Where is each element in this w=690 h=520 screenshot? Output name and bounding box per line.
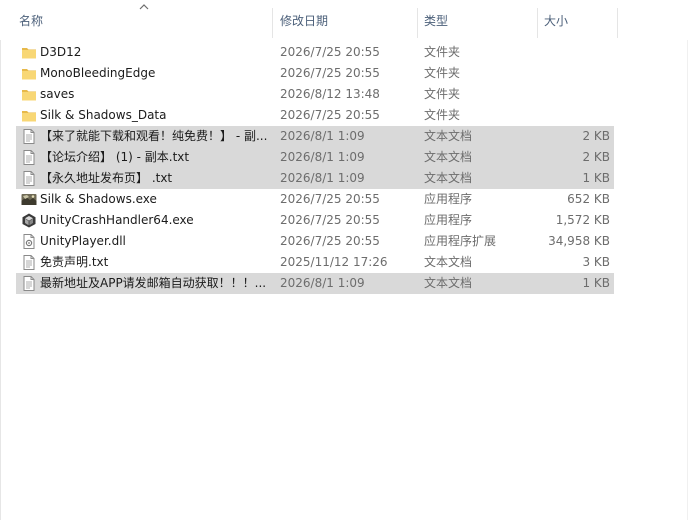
sort-ascending-icon bbox=[139, 4, 149, 10]
file-modified-date: 2025/11/12 17:26 bbox=[280, 255, 388, 269]
file-size: 1 KB bbox=[582, 276, 610, 290]
file-type: 文件夹 bbox=[424, 87, 461, 101]
text-file-icon bbox=[21, 150, 37, 165]
column-header-type-label: 类型 bbox=[424, 14, 449, 28]
file-modified-date: 2026/8/1 1:09 bbox=[280, 171, 365, 185]
text-file-icon bbox=[21, 255, 37, 270]
file-name: 【论坛介绍】 (1) - 副本.txt bbox=[40, 150, 190, 164]
file-size: 34,958 KB bbox=[548, 234, 610, 248]
folder-icon bbox=[21, 108, 37, 123]
column-header-row: 名称 修改日期 类型 大小 bbox=[0, 0, 690, 40]
file-modified-date: 2026/8/1 1:09 bbox=[280, 276, 365, 290]
file-type: 文本文档 bbox=[424, 255, 473, 269]
file-size: 2 KB bbox=[582, 150, 610, 164]
unity-icon bbox=[21, 213, 37, 228]
file-row[interactable]: D3D12 2026/7/25 20:55 文件夹 bbox=[16, 42, 614, 63]
file-name: UnityCrashHandler64.exe bbox=[40, 213, 194, 227]
file-modified-date: 2026/7/25 20:55 bbox=[280, 66, 380, 80]
column-header-size-label: 大小 bbox=[544, 14, 569, 28]
file-type: 文件夹 bbox=[424, 66, 461, 80]
file-name: UnityPlayer.dll bbox=[40, 234, 126, 248]
file-name: 最新地址及APP请发邮箱自动获取！！！... bbox=[40, 276, 267, 290]
text-file-icon bbox=[21, 171, 37, 186]
file-modified-date: 2026/8/1 1:09 bbox=[280, 129, 365, 143]
file-size: 1 KB bbox=[582, 171, 610, 185]
file-list: D3D12 2026/7/25 20:55 文件夹 MonoBleedingEdge 2… bbox=[16, 42, 614, 294]
file-name: D3D12 bbox=[40, 45, 82, 59]
game-exe-icon bbox=[21, 192, 37, 207]
file-type: 文本文档 bbox=[424, 150, 473, 164]
file-type: 文本文档 bbox=[424, 171, 473, 185]
file-size: 652 KB bbox=[567, 192, 610, 206]
file-modified-date: 2026/7/25 20:55 bbox=[280, 192, 380, 206]
file-type: 文件夹 bbox=[424, 108, 461, 122]
file-modified-date: 2026/7/25 20:55 bbox=[280, 45, 380, 59]
column-divider[interactable] bbox=[272, 8, 273, 38]
file-modified-date: 2026/7/25 20:55 bbox=[280, 234, 380, 248]
file-row[interactable]: 【永久地址发布页】 .txt 2026/8/1 1:09 文本文档 1 KB bbox=[16, 168, 614, 189]
file-row[interactable]: saves 2026/8/12 13:48 文件夹 bbox=[16, 84, 614, 105]
file-size: 1,572 KB bbox=[555, 213, 610, 227]
file-row[interactable]: Silk & Shadows.exe 2026/7/25 20:55 应用程序 652… bbox=[16, 189, 614, 210]
file-type: 应用程序 bbox=[424, 192, 473, 206]
text-file-icon bbox=[21, 276, 37, 291]
file-name: Silk & Shadows_Data bbox=[40, 108, 167, 122]
column-header-name-label: 名称 bbox=[19, 14, 44, 28]
column-header-type[interactable]: 类型 bbox=[418, 0, 536, 40]
file-modified-date: 2026/7/25 20:55 bbox=[280, 108, 380, 122]
file-type: 文件夹 bbox=[424, 45, 461, 59]
file-name: 免责声明.txt bbox=[40, 255, 109, 269]
file-row[interactable]: MonoBleedingEdge 2026/7/25 20:55 文件夹 bbox=[16, 63, 614, 84]
file-row[interactable]: 最新地址及APP请发邮箱自动获取！！！... 2026/8/1 1:09 文本文档 1… bbox=[16, 273, 614, 294]
file-name: Silk & Shadows.exe bbox=[40, 192, 157, 206]
file-row[interactable]: 【论坛介绍】 (1) - 副本.txt 2026/8/1 1:09 文本文档 2 KB bbox=[16, 147, 614, 168]
column-header-date-label: 修改日期 bbox=[280, 14, 329, 28]
file-modified-date: 2026/7/25 20:55 bbox=[280, 213, 380, 227]
column-header-size[interactable]: 大小 bbox=[538, 0, 616, 40]
folder-icon bbox=[21, 45, 37, 60]
file-type: 文本文档 bbox=[424, 276, 473, 290]
file-name: MonoBleedingEdge bbox=[40, 66, 156, 80]
file-type: 应用程序 bbox=[424, 213, 473, 227]
file-row[interactable]: UnityPlayer.dll 2026/7/25 20:55 应用程序扩展 34,9… bbox=[16, 231, 614, 252]
pane-right-border bbox=[687, 0, 688, 520]
file-row[interactable]: 免责声明.txt 2025/11/12 17:26 文本文档 3 KB bbox=[16, 252, 614, 273]
file-size: 3 KB bbox=[582, 255, 610, 269]
folder-icon bbox=[21, 87, 37, 102]
column-divider[interactable] bbox=[617, 8, 618, 38]
file-row[interactable]: Silk & Shadows_Data 2026/7/25 20:55 文件夹 bbox=[16, 105, 614, 126]
file-name: 【永久地址发布页】 .txt bbox=[40, 171, 173, 185]
pane-left-border bbox=[0, 0, 1, 520]
file-type: 应用程序扩展 bbox=[424, 234, 497, 248]
file-modified-date: 2026/8/12 13:48 bbox=[280, 87, 380, 101]
dll-file-icon bbox=[21, 234, 37, 249]
file-row[interactable]: 【来了就能下载和观看！纯免费！】 - 副... 2026/8/1 1:09 文本文档… bbox=[16, 126, 614, 147]
file-modified-date: 2026/8/1 1:09 bbox=[280, 150, 365, 164]
file-name: saves bbox=[40, 87, 75, 101]
text-file-icon bbox=[21, 129, 37, 144]
file-size: 2 KB bbox=[582, 129, 610, 143]
file-type: 文本文档 bbox=[424, 129, 473, 143]
file-list-pane: 名称 修改日期 类型 大小 D3D12 2026/7/25 20:55 文件夹 Mon… bbox=[0, 0, 690, 520]
file-row[interactable]: UnityCrashHandler64.exe 2026/7/25 20:55 应用… bbox=[16, 210, 614, 231]
folder-icon bbox=[21, 66, 37, 81]
column-header-date[interactable]: 修改日期 bbox=[274, 0, 416, 40]
file-name: 【来了就能下载和观看！纯免费！】 - 副... bbox=[40, 129, 268, 143]
